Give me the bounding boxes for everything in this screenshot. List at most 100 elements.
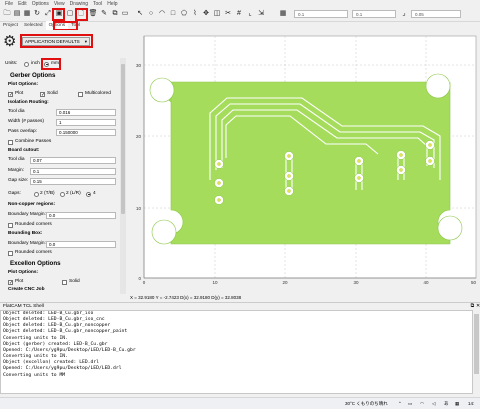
path-tool-icon[interactable]: ⌇ (191, 10, 199, 18)
boundary-margin-input[interactable]: 0.0 (46, 211, 116, 219)
menu-file[interactable]: File (5, 1, 13, 7)
snap-max-input[interactable]: 0.05 (411, 10, 461, 18)
grid-snap-icon[interactable]: # (235, 10, 243, 18)
wifi-icon[interactable]: ◠ (420, 399, 424, 408)
menu-view[interactable]: View (54, 1, 65, 7)
options-panel: ⚙ APPLICATION DEFAULTS ▾ Units: inch mm … (0, 30, 127, 294)
replot-icon[interactable]: ↻ (33, 10, 41, 18)
windows-taskbar: 30°C くもりのち晴れ ⌃ ▭ ◠ ◁ あ ▦ 14: (0, 397, 480, 409)
plot-area[interactable]: 0 10 20 30 40 50 0 10 20 30 (130, 30, 480, 288)
tool-dia-label: Tool dia (8, 109, 25, 114)
weather-widget[interactable]: 30°C くもりのち晴れ (345, 399, 388, 408)
gaps-lr-radio[interactable] (60, 191, 65, 197)
open-folder-icon[interactable]: 🗀 (3, 10, 11, 18)
multicolored-checkbox[interactable] (78, 91, 83, 97)
excellon-solid-label: Solid (69, 279, 80, 284)
plot-options-label: Plot Options: (8, 82, 39, 87)
clock[interactable]: 14: (468, 399, 474, 408)
width-passes-input[interactable]: 1 (56, 118, 116, 126)
snap-corner-icon[interactable]: ⌟ (400, 10, 408, 18)
transform-icon[interactable]: ⇲ (257, 10, 265, 18)
shell-scrollbar[interactable] (473, 310, 480, 394)
y-tick-10: 10 (136, 206, 142, 211)
solid-checkbox[interactable]: ✓ (40, 91, 45, 97)
units-label: Units: (5, 61, 18, 66)
menu-drawing[interactable]: Drawing (70, 1, 88, 7)
snap-grid-icon[interactable]: ▦ (279, 10, 287, 18)
unit-inch-radio[interactable] (24, 61, 29, 67)
shell-line: Converting units to MM (3, 372, 66, 378)
menu-edit[interactable]: Edit (18, 1, 27, 7)
bb-rounded-corners-checkbox[interactable] (8, 250, 13, 256)
new-geometry-icon[interactable]: ▢ (66, 10, 74, 18)
menu-help[interactable]: Help (107, 1, 117, 7)
gap-size-label: Gap size: (8, 178, 29, 183)
gaps-tb-radio[interactable] (34, 191, 39, 197)
toolbar: 🗀 ▤ ▦ ↻ ⤢ ▣ ▢ 🗋 🗑 ✎ ⧉ ▭ ↖ ○ ◠ □ ⬠ ⌇ ✥ ◫ … (0, 8, 480, 22)
pass-overlap-input[interactable]: 0.150000 (56, 128, 116, 136)
open-excellon-icon[interactable]: ▦ (23, 10, 31, 18)
corner-snap-icon[interactable]: ⌞ (246, 10, 254, 18)
menu-options[interactable]: Options (32, 1, 49, 7)
x-tick-40: 40 (423, 280, 429, 285)
combine-passes-checkbox[interactable] (8, 139, 13, 145)
grid-y-input[interactable]: 0.1 (352, 10, 396, 18)
zoom-fit-icon[interactable]: ⤢ (44, 10, 52, 18)
excellon-options-title: Excellon Options (10, 260, 61, 267)
copy-icon[interactable]: ⧉ (111, 10, 119, 18)
gaps-four-radio[interactable] (86, 191, 91, 197)
bb-rounded-corners-label: Rounded corners (15, 250, 52, 255)
coordinate-readout: X = 32.9180 Y = -2.7423 D(x) = 32.9180 D… (130, 295, 242, 300)
cutout-tool-dia-input[interactable]: 0.07 (30, 156, 116, 164)
shell-scrollbar-thumb[interactable] (474, 314, 479, 374)
bounding-box-label: Bounding Box: (8, 231, 43, 236)
excellon-plot-checkbox[interactable]: ✓ (8, 279, 13, 285)
excellon-plot-options-label: Plot Options: (8, 270, 39, 275)
rectangle-tool-icon[interactable]: □ (169, 10, 177, 18)
ime-indicator[interactable]: あ (444, 399, 449, 408)
bb-boundary-margin-input[interactable]: 0.0 (46, 240, 116, 248)
pointer-icon[interactable]: ↖ (136, 10, 144, 18)
shell-icon[interactable]: ▭ (121, 10, 129, 18)
tool-dia-input[interactable]: 0.016 (56, 108, 116, 116)
union-tool-icon[interactable]: ◫ (213, 10, 221, 18)
margin-input[interactable]: 0.1 (30, 167, 116, 175)
keyboard-icon[interactable]: ▦ (455, 399, 459, 408)
network-icon[interactable]: ▭ (408, 399, 412, 408)
excellon-solid-checkbox[interactable] (62, 279, 67, 285)
delete-icon[interactable]: 🗑 (89, 10, 98, 18)
tab-project[interactable]: Project (0, 21, 21, 30)
open-gerber-icon[interactable]: ▤ (13, 10, 21, 18)
volume-icon[interactable]: ◁ (432, 399, 435, 408)
highlight-box-defaults (20, 34, 93, 48)
grid-x-input[interactable]: 0.1 (294, 10, 348, 18)
plot-canvas[interactable]: 0 10 20 30 40 50 0 10 20 30 (130, 30, 480, 288)
options-scrollbar[interactable] (120, 58, 126, 294)
x-tick-50: 50 (471, 280, 477, 285)
shell-output[interactable]: Object deleted: LED-B_Cu.gbr_iso Object … (0, 310, 473, 394)
cut-tool-icon[interactable]: ✂ (224, 10, 232, 18)
arc-tool-icon[interactable]: ◠ (158, 10, 166, 18)
tab-selected[interactable]: Selected (21, 21, 46, 30)
polygon-tool-icon[interactable]: ⬠ (180, 10, 188, 18)
tray-chevron-icon[interactable]: ⌃ (398, 399, 402, 408)
excellon-plot-label: Plot (15, 279, 24, 284)
bb-boundary-margin-label: Boundary Margin: (8, 241, 46, 246)
rounded-corners-checkbox[interactable] (8, 222, 13, 228)
circle-tool-icon[interactable]: ○ (147, 10, 155, 18)
menu-tool[interactable]: Tool (93, 1, 102, 7)
mounting-hole-bottom-left (151, 219, 177, 245)
combine-passes-label: Combine Passes (15, 139, 52, 144)
noncopper-label: Non-copper regions: (8, 202, 56, 207)
scrollbar-thumb[interactable] (121, 64, 125, 214)
highlight-box-mm (41, 58, 61, 70)
plot-checkbox[interactable]: ✓ (8, 91, 13, 97)
y-tick-20: 20 (136, 134, 142, 139)
gap-size-input[interactable]: 0.15 (30, 177, 116, 185)
isolation-routing-label: Isolation Routing: (8, 100, 49, 105)
x-tick-20: 20 (282, 280, 288, 285)
gaps-lr-label: 2 (L/R) (66, 191, 81, 196)
edit-icon[interactable]: ✎ (100, 10, 108, 18)
move-tool-icon[interactable]: ✥ (202, 10, 210, 18)
x-tick-30: 30 (353, 280, 359, 285)
